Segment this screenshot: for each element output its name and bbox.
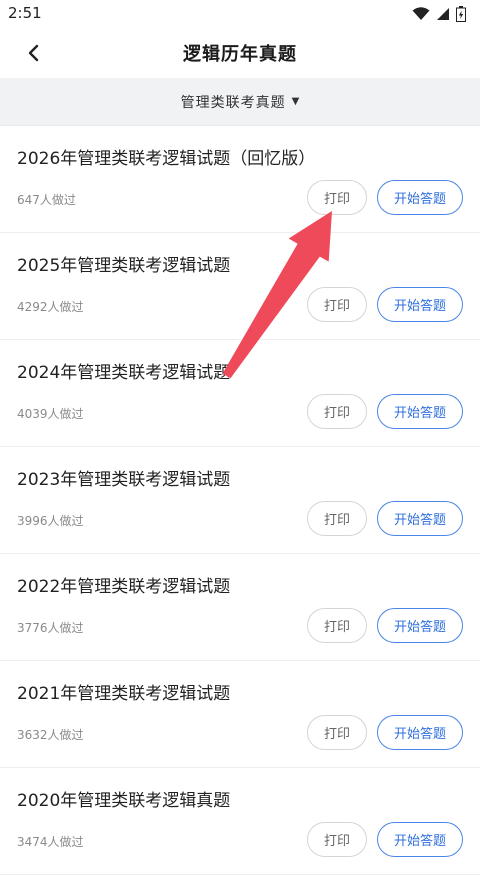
exam-title: 2024年管理类联考逻辑试题 [17,363,231,383]
print-button[interactable]: 打印 [307,608,367,643]
status-icons [412,6,466,22]
start-button[interactable]: 开始答题 [377,501,463,536]
exam-item: 2024年管理类联考逻辑试题 4039人做过 打印 开始答题 [0,340,480,447]
exam-list: 2026年管理类联考逻辑试题（回忆版） 647人做过 打印 开始答题 2025年… [0,126,480,875]
status-bar: 2:51 [0,0,480,28]
exam-count: 3776人做过 [17,621,84,635]
filter-label: 管理类联考真题 [180,94,286,111]
status-time: 2:51 [8,4,42,22]
exam-title: 2023年管理类联考逻辑试题 [17,470,231,490]
print-button[interactable]: 打印 [307,287,367,322]
print-button[interactable]: 打印 [307,715,367,750]
wifi-icon [412,7,430,20]
exam-item: 2020年管理类联考逻辑真题 3474人做过 打印 开始答题 [0,768,480,875]
exam-title: 2026年管理类联考逻辑试题（回忆版） [17,149,316,169]
exam-count: 4039人做过 [17,407,84,421]
exam-count: 3996人做过 [17,514,84,528]
exam-count: 4292人做过 [17,300,84,314]
exam-item: 2021年管理类联考逻辑试题 3632人做过 打印 开始答题 [0,661,480,768]
start-button[interactable]: 开始答题 [377,287,463,322]
start-button[interactable]: 开始答题 [377,608,463,643]
exam-title: 2025年管理类联考逻辑试题 [17,256,231,276]
exam-count: 647人做过 [17,193,76,207]
header: 逻辑历年真题 [0,28,480,78]
exam-item: 2025年管理类联考逻辑试题 4292人做过 打印 开始答题 [0,233,480,340]
battery-icon [456,6,466,22]
exam-title: 2020年管理类联考逻辑真题 [17,791,231,811]
start-button[interactable]: 开始答题 [377,822,463,857]
print-button[interactable]: 打印 [307,394,367,429]
start-button[interactable]: 开始答题 [377,180,463,215]
print-button[interactable]: 打印 [307,180,367,215]
signal-icon [437,8,449,20]
exam-item: 2026年管理类联考逻辑试题（回忆版） 647人做过 打印 开始答题 [0,126,480,233]
exam-count: 3632人做过 [17,728,84,742]
exam-title: 2022年管理类联考逻辑试题 [17,577,231,597]
print-button[interactable]: 打印 [307,822,367,857]
exam-item: 2023年管理类联考逻辑试题 3996人做过 打印 开始答题 [0,447,480,554]
start-button[interactable]: 开始答题 [377,394,463,429]
category-filter[interactable]: 管理类联考真题 ▼ [0,78,480,126]
exam-item: 2022年管理类联考逻辑试题 3776人做过 打印 开始答题 [0,554,480,661]
exam-count: 3474人做过 [17,835,84,849]
start-button[interactable]: 开始答题 [377,715,463,750]
page-title: 逻辑历年真题 [183,44,297,65]
print-button[interactable]: 打印 [307,501,367,536]
caret-down-icon: ▼ [291,96,300,107]
exam-title: 2021年管理类联考逻辑试题 [17,684,231,704]
